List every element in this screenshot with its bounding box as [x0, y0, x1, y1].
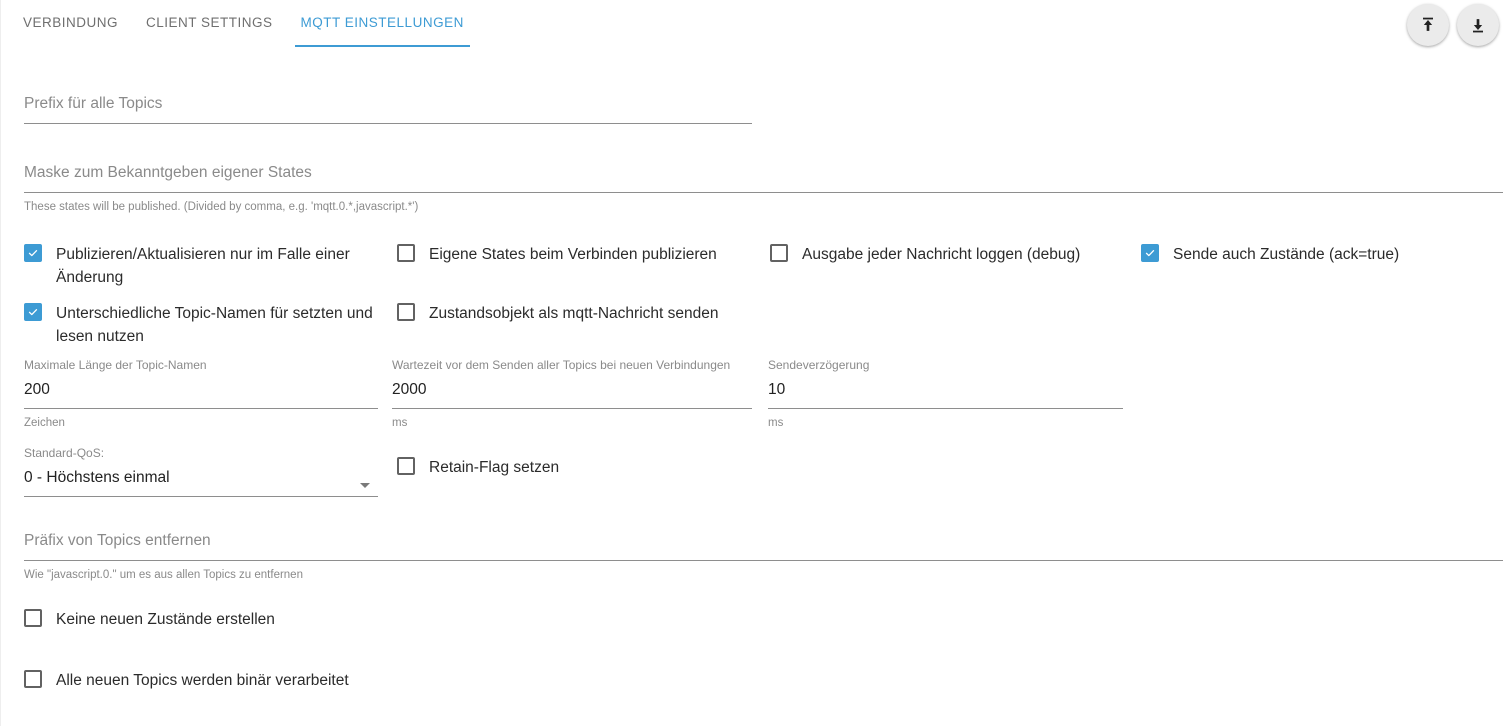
max-topic-length-field[interactable]: Maximale Länge der Topic-Namen 200 Zeich… [24, 358, 378, 430]
qos-select-value: 0 - Höchstens einmal [24, 469, 170, 486]
max-topic-length-underline [24, 408, 378, 409]
tab-bar: VERBINDUNG CLIENT SETTINGS MQTT EINSTELL… [1, 0, 1505, 48]
send-delay-value: 10 [768, 381, 786, 398]
max-topic-length-value: 200 [24, 381, 50, 398]
mask-field[interactable]: Maske zum Bekanntgeben eigener States Th… [24, 163, 1503, 214]
checkbox-binary-topics-label: Alle neuen Topics werden binär verarbeit… [56, 672, 349, 689]
max-topic-length-hint: Zeichen [24, 417, 65, 429]
checkbox-no-new-states-label: Keine neuen Zustände erstellen [56, 611, 275, 628]
download-button[interactable] [1457, 4, 1499, 46]
send-delay-hint: ms [768, 417, 784, 429]
wait-time-underline [392, 408, 752, 409]
checkbox-state-object-as-message-box[interactable] [397, 303, 415, 321]
checkbox-state-object-as-message-label: Zustandsobjekt als mqtt-Nachricht senden [429, 305, 719, 322]
qos-select-underline [24, 496, 378, 497]
wait-time-value: 2000 [392, 381, 427, 398]
prefix-field-underline [24, 123, 752, 124]
checkbox-binary-topics[interactable]: Alle neuen Topics werden binär verarbeit… [24, 669, 349, 692]
checkbox-send-ack-states[interactable]: Sende auch Zustände (ack=true) [1141, 243, 1399, 266]
checkbox-publish-on-change[interactable]: Publizieren/Aktualisieren nur im Falle e… [24, 243, 374, 289]
checkbox-send-ack-states-box[interactable] [1141, 244, 1159, 262]
checkbox-different-topic-names[interactable]: Unterschiedliche Topic-Namen für setzten… [24, 302, 374, 348]
wait-time-label: Wartezeit vor dem Senden aller Topics be… [392, 358, 731, 372]
send-delay-underline [768, 408, 1123, 409]
upload-button[interactable] [1407, 4, 1449, 46]
wait-time-field[interactable]: Wartezeit vor dem Senden aller Topics be… [392, 358, 752, 430]
max-topic-length-label: Maximale Länge der Topic-Namen [24, 358, 207, 372]
qos-select-label: Standard-QoS: [24, 446, 105, 460]
checkbox-retain-flag-label: Retain-Flag setzen [429, 459, 560, 476]
checkbox-log-every-message[interactable]: Ausgabe jeder Nachricht loggen (debug) [770, 243, 1080, 266]
remove-prefix-underline [24, 560, 1503, 561]
checkbox-state-object-as-message[interactable]: Zustandsobjekt als mqtt-Nachricht senden [397, 302, 718, 325]
checkbox-retain-flag[interactable]: Retain-Flag setzen [397, 456, 559, 479]
checkbox-binary-topics-box[interactable] [24, 670, 42, 688]
mask-field-underline [24, 192, 1503, 193]
remove-prefix-hint: Wie "javascript.0." um es aus allen Topi… [24, 569, 303, 581]
tab-client-settings[interactable]: CLIENT SETTINGS [132, 0, 287, 33]
download-icon [1468, 15, 1488, 35]
checkbox-retain-flag-box[interactable] [397, 457, 415, 475]
mask-field-label: Maske zum Bekanntgeben eigener States [24, 164, 312, 181]
mask-field-hint: These states will be published. (Divided… [24, 201, 419, 213]
qos-select[interactable]: Standard-QoS: 0 - Höchstens einmal [24, 446, 378, 497]
send-delay-field[interactable]: Sendeverzögerung 10 ms [768, 358, 1123, 430]
checkbox-send-ack-states-label: Sende auch Zustände (ack=true) [1173, 246, 1400, 263]
checkbox-log-every-message-box[interactable] [770, 244, 788, 262]
checkbox-publish-on-change-label: Publizieren/Aktualisieren nur im Falle e… [56, 246, 350, 286]
chevron-down-icon[interactable] [360, 483, 370, 488]
checkbox-publish-own-states[interactable]: Eigene States beim Verbinden publizieren [397, 243, 717, 266]
tab-client-settings-label: CLIENT SETTINGS [146, 15, 273, 30]
tab-verbindung-label: VERBINDUNG [23, 15, 119, 30]
checkbox-different-topic-names-box[interactable] [24, 303, 42, 321]
remove-prefix-label: Präfix von Topics entfernen [24, 532, 211, 549]
checkbox-publish-on-change-box[interactable] [24, 244, 42, 262]
prefix-field[interactable]: Prefix für alle Topics [24, 94, 752, 124]
checkbox-no-new-states-box[interactable] [24, 609, 42, 627]
toolbar-actions [1407, 4, 1499, 46]
checkbox-no-new-states[interactable]: Keine neuen Zustände erstellen [24, 608, 275, 631]
remove-prefix-field[interactable]: Präfix von Topics entfernen Wie "javascr… [24, 531, 1503, 582]
checkbox-publish-own-states-box[interactable] [397, 244, 415, 262]
wait-time-hint: ms [392, 417, 408, 429]
prefix-field-placeholder: Prefix für alle Topics [24, 95, 163, 112]
checkbox-log-every-message-label: Ausgabe jeder Nachricht loggen (debug) [802, 246, 1081, 263]
upload-icon [1418, 15, 1438, 35]
mqtt-settings-page: VERBINDUNG CLIENT SETTINGS MQTT EINSTELL… [0, 0, 1505, 726]
checkbox-publish-own-states-label: Eigene States beim Verbinden publizieren [429, 246, 717, 263]
tab-mqtt-einstellungen[interactable]: MQTT EINSTELLUNGEN [287, 0, 478, 47]
tab-verbindung[interactable]: VERBINDUNG [9, 0, 132, 33]
checkbox-different-topic-names-label: Unterschiedliche Topic-Namen für setzten… [56, 305, 373, 345]
tab-mqtt-einstellungen-label: MQTT EINSTELLUNGEN [300, 15, 464, 30]
send-delay-label: Sendeverzögerung [768, 358, 870, 372]
